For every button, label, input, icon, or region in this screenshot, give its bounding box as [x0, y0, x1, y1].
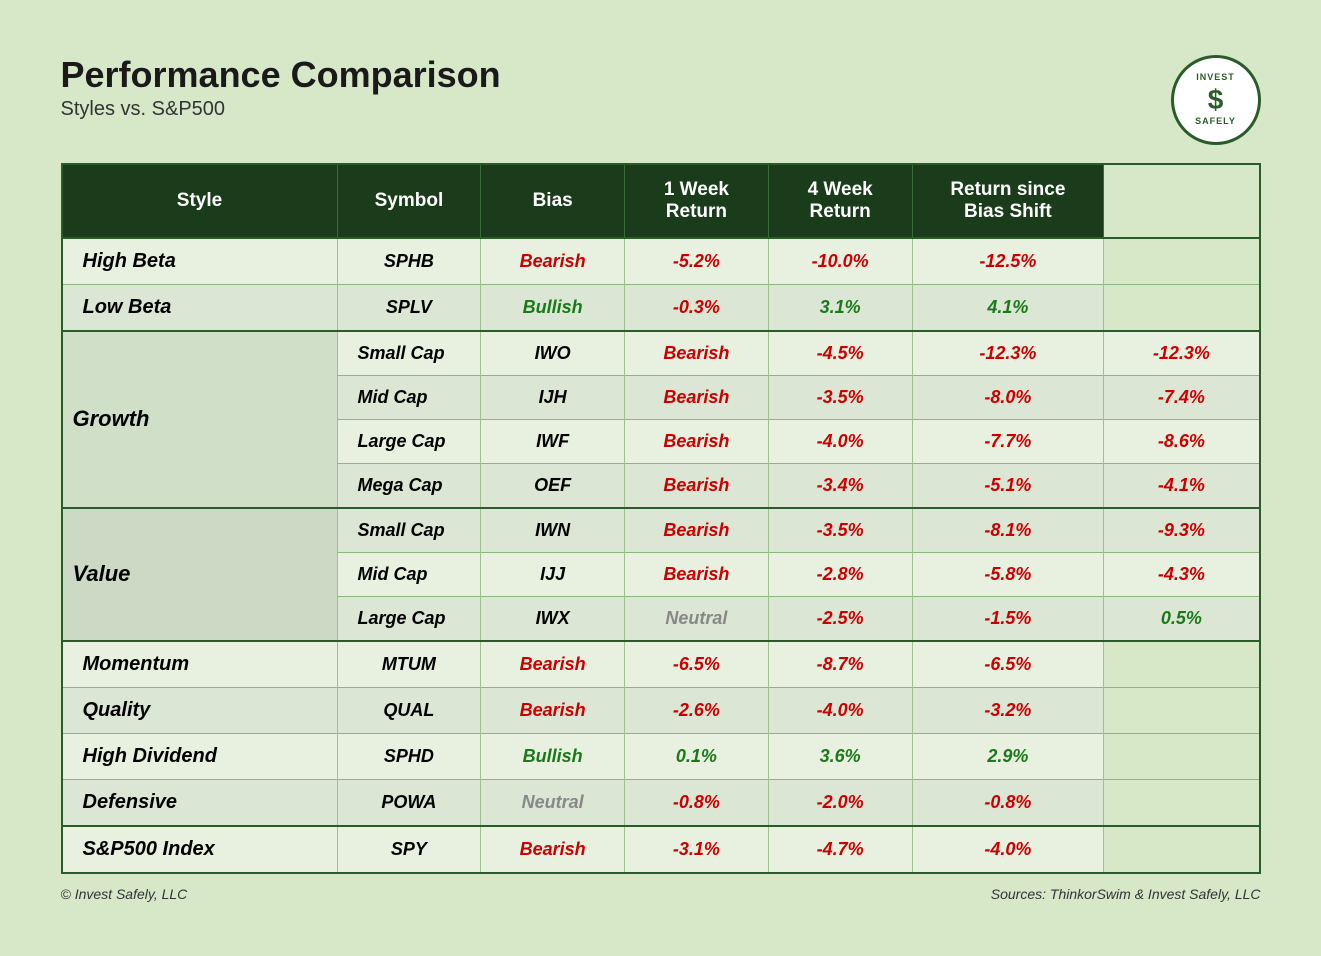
- page-subtitle: Styles vs. S&P500: [61, 98, 501, 121]
- table-row: GrowthSmall CapIWOBearish-4.5%-12.3%-12.…: [62, 331, 1260, 376]
- table-row: MomentumMTUMBearish-6.5%-8.7%-6.5%: [62, 641, 1260, 688]
- table-row: QualityQUALBearish-2.6%-4.0%-3.2%: [62, 687, 1260, 733]
- col-header-4week: 4 WeekReturn: [768, 164, 912, 238]
- col-header-bias: Bias: [481, 164, 625, 238]
- col-header-style: Style: [62, 164, 338, 238]
- table-row: High BetaSPHBBearish-5.2%-10.0%-12.5%: [62, 238, 1260, 285]
- value-group-label: Value: [62, 508, 338, 641]
- page-title: Performance Comparison: [61, 55, 501, 95]
- header-left: Performance Comparison Styles vs. S&P500: [61, 55, 501, 122]
- performance-table: Style Symbol Bias 1 WeekReturn 4 WeekRet…: [61, 163, 1261, 874]
- footer-left: © Invest Safely, LLC: [61, 886, 188, 902]
- main-container: Performance Comparison Styles vs. S&P500…: [31, 35, 1291, 922]
- table-row: S&P500 IndexSPYBearish-3.1%-4.7%-4.0%: [62, 826, 1260, 873]
- page-header: Performance Comparison Styles vs. S&P500…: [61, 55, 1261, 145]
- logo-text-bottom: SAFELY: [1195, 116, 1236, 127]
- logo: INVEST $ SAFELY: [1171, 55, 1261, 145]
- col-header-1week: 1 WeekReturn: [625, 164, 769, 238]
- logo-text-top: INVEST: [1196, 72, 1235, 83]
- logo-dollar-symbol: $: [1208, 83, 1224, 117]
- table-header-row: Style Symbol Bias 1 WeekReturn 4 WeekRet…: [62, 164, 1260, 238]
- growth-group-label: Growth: [62, 331, 338, 508]
- col-header-return-since: Return sinceBias Shift: [912, 164, 1104, 238]
- table-row: ValueSmall CapIWNBearish-3.5%-8.1%-9.3%: [62, 508, 1260, 553]
- footer-right: Sources: ThinkorSwim & Invest Safely, LL…: [991, 886, 1261, 902]
- table-row: DefensivePOWANeutral-0.8%-2.0%-0.8%: [62, 779, 1260, 826]
- table-row: High DividendSPHDBullish0.1%3.6%2.9%: [62, 733, 1260, 779]
- table-row: Low BetaSPLVBullish-0.3%3.1%4.1%: [62, 284, 1260, 331]
- page-footer: © Invest Safely, LLC Sources: ThinkorSwi…: [61, 886, 1261, 902]
- col-header-symbol: Symbol: [337, 164, 481, 238]
